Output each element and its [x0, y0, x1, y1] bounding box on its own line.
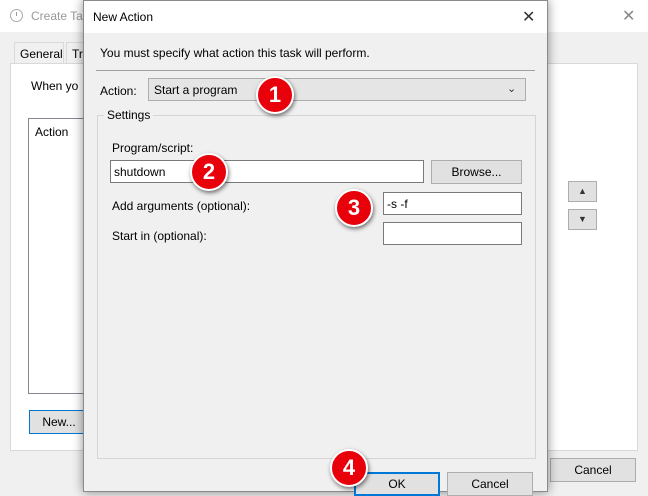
arguments-label: Add arguments (optional): — [112, 199, 251, 213]
close-icon[interactable]: ✕ — [522, 7, 535, 27]
move-down-button[interactable]: ▼ — [568, 209, 597, 230]
step-marker-4: 4 — [330, 449, 368, 487]
background-window-title: Create Tas — [31, 9, 89, 23]
actions-list-header[interactable]: Action — [35, 125, 68, 139]
cancel-button[interactable]: Cancel — [447, 472, 533, 496]
program-script-input[interactable] — [110, 160, 424, 183]
tab-general[interactable]: General — [14, 42, 64, 64]
start-in-input[interactable] — [383, 222, 522, 245]
separator — [96, 70, 535, 71]
action-dropdown-value: Start a program — [154, 83, 238, 97]
instruction-text: You must specify what action this task w… — [100, 46, 370, 60]
background-description: When yo — [31, 79, 79, 93]
browse-button[interactable]: Browse... — [431, 160, 522, 184]
ok-button[interactable]: OK — [354, 472, 440, 496]
dialog-title: New Action — [93, 10, 154, 24]
actions-list[interactable] — [28, 118, 89, 394]
step-marker-1: 1 — [256, 76, 294, 114]
arguments-input[interactable] — [383, 192, 522, 215]
dialog-titlebar: New Action ✕ — [84, 1, 547, 33]
step-marker-3: 3 — [335, 189, 373, 227]
chevron-down-icon: ⌄ — [507, 83, 517, 95]
program-script-label: Program/script: — [112, 141, 194, 155]
settings-legend: Settings — [104, 108, 154, 122]
new-action-button[interactable]: New... — [29, 410, 89, 434]
start-in-label: Start in (optional): — [112, 229, 207, 243]
action-label: Action: — [100, 84, 137, 98]
move-up-button[interactable]: ▲ — [568, 181, 597, 202]
step-marker-2: 2 — [190, 153, 228, 191]
new-action-dialog: New Action ✕ You must specify what actio… — [83, 0, 548, 496]
background-cancel-button[interactable]: Cancel — [550, 458, 636, 482]
clock-icon — [10, 9, 23, 22]
action-dropdown[interactable]: Start a program ⌄ — [148, 78, 526, 101]
background-close-icon[interactable]: ✕ — [622, 6, 635, 26]
